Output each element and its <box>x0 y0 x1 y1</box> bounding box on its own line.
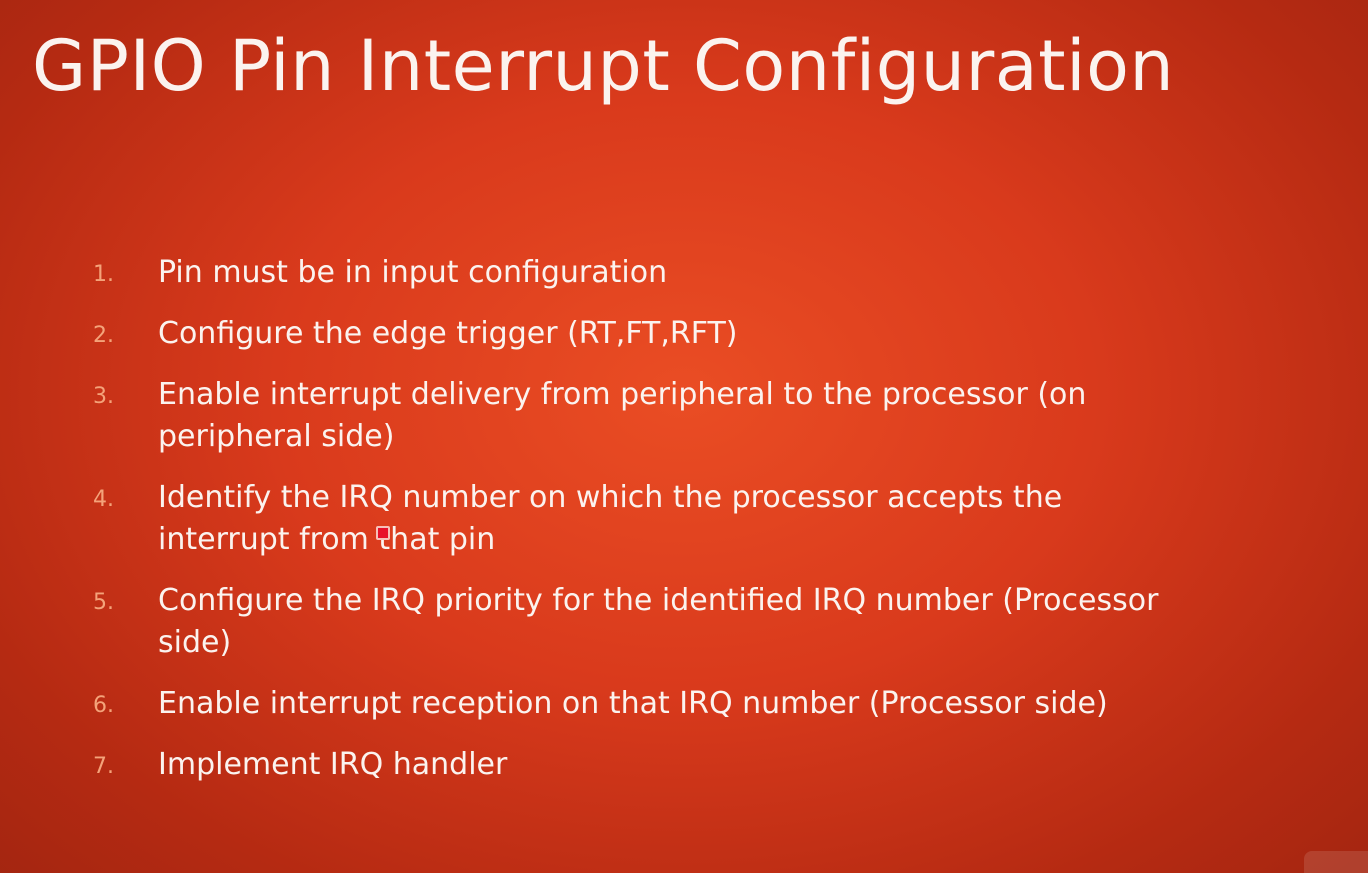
item-number: 5. <box>93 590 114 615</box>
item-text: Identify the IRQ number on which the pro… <box>158 480 1063 515</box>
item-text-continued: interrupt from that pin <box>158 522 496 557</box>
item-text-continued: peripheral side) <box>158 419 395 454</box>
item-text: Configure the edge trigger (RT,FT,RFT) <box>158 316 738 351</box>
pointer-icon <box>376 526 390 540</box>
item-number: 1. <box>93 262 114 287</box>
item-number: 7. <box>93 754 114 779</box>
item-text: Enable interrupt reception on that IRQ n… <box>158 686 1108 721</box>
item-text: Implement IRQ handler <box>158 747 508 782</box>
item-number: 4. <box>93 487 114 512</box>
list-item: 1. Pin must be in input configuration <box>0 252 1340 294</box>
item-text-continued: side) <box>158 625 232 660</box>
steps-list: 1. Pin must be in input configuration 2.… <box>0 252 1340 805</box>
list-item: 5. Configure the IRQ priority for the id… <box>0 580 1340 664</box>
slide: GPIO Pin Interrupt Configuration 1. Pin … <box>0 0 1368 873</box>
item-text: Enable interrupt delivery from periphera… <box>158 377 1087 412</box>
corner-overlay <box>1304 851 1368 873</box>
list-item: 6. Enable interrupt reception on that IR… <box>0 683 1340 725</box>
item-text: Pin must be in input configuration <box>158 255 668 290</box>
item-text: Configure the IRQ priority for the ident… <box>158 583 1159 618</box>
item-number: 6. <box>93 693 114 718</box>
list-item: 2. Configure the edge trigger (RT,FT,RFT… <box>0 313 1340 355</box>
item-number: 2. <box>93 323 114 348</box>
list-item: 3. Enable interrupt delivery from periph… <box>0 374 1340 458</box>
slide-title: GPIO Pin Interrupt Configuration <box>32 25 1175 107</box>
list-item: 7. Implement IRQ handler <box>0 744 1340 786</box>
item-number: 3. <box>93 384 114 409</box>
list-item: 4. Identify the IRQ number on which the … <box>0 477 1340 561</box>
